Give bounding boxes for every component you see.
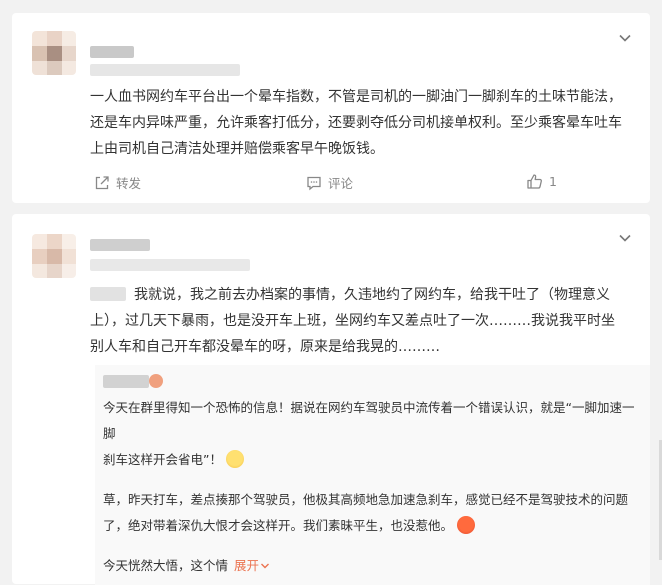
post-text-line: 别人车和自己开车都没晕车的呀，原来是给我晃的………	[90, 339, 440, 355]
reply-line: 了，绝对带着深仇大恨才会这样开。我们素昧平生，也没惹他。	[103, 513, 643, 539]
reply-line: 刹车这样开会省电”！	[103, 447, 643, 473]
repost-button[interactable]: 转发	[94, 173, 141, 192]
post-card: 一人血书网约车平台出一个晕车指数，不管是司机的一脚油门一脚刹车的土味节能法， 还…	[12, 13, 650, 203]
username-blurred[interactable]	[90, 46, 134, 58]
comment-icon	[307, 176, 321, 190]
post-text-line: 还是车内异味严重，允许乘客打低分，还要剥夺低分司机接单权利。至少乘客晕车吐车	[90, 115, 622, 131]
expand-link[interactable]: 展开	[234, 558, 270, 573]
comment-button[interactable]: 评论	[306, 173, 353, 192]
reply-section: 今天在群里得知一个恐怖的信息！据说在网约车驾驶员中流传着一个错误认识，就是“一脚…	[95, 365, 650, 585]
post-text: 我就说，我之前去办档案的事情，久违地约了网约车，给我干吐了（物理意义 上），过几…	[90, 282, 635, 360]
like-count: 1	[549, 174, 557, 189]
thumbs-up-icon	[527, 174, 542, 189]
reply-line: 今天在群里得知一个恐怖的信息！据说在网约车驾驶员中流传着一个错误认识，就是“一脚…	[103, 400, 635, 441]
repost-label: 转发	[116, 176, 142, 191]
post-text-line: 上），过几天下暴雨，也是没开车上班，坐网约车又差点吐了一次………我说我平时坐	[90, 313, 615, 329]
chevron-down-icon[interactable]	[618, 31, 632, 45]
avatar[interactable]	[32, 234, 76, 278]
avatar[interactable]	[32, 31, 76, 75]
post-text-line: 上由司机自己清洁处理并赔偿乘客早午晚饭钱。	[90, 141, 384, 157]
reply-line: 今天恍然大悟，这个情 展开	[103, 553, 643, 579]
comment-label: 评论	[328, 176, 354, 191]
angry-face-icon	[457, 516, 476, 534]
post-text-line: 一人血书网约车平台出一个晕车指数，不管是司机的一脚油门一脚刹车的土味节能法，	[90, 89, 622, 105]
post-text-line: 我就说，我之前去办档案的事情，久违地约了网约车，给我干吐了（物理意义	[134, 287, 610, 303]
post-text: 一人血书网约车平台出一个晕车指数，不管是司机的一脚油门一脚刹车的土味节能法， 还…	[90, 84, 635, 162]
post-meta-blurred	[90, 259, 250, 271]
reply-user-badge-icon	[149, 374, 163, 388]
username-blurred[interactable]	[90, 239, 150, 251]
post-card: 我就说，我之前去办档案的事情，久违地约了网约车，给我干吐了（物理意义 上），过几…	[12, 214, 650, 585]
reply-line: 草，昨天打车，差点揍那个驾驶员，他极其高频地急加速急刹车，感觉已经不是驾驶技术的…	[103, 492, 629, 507]
post-meta-blurred	[90, 64, 240, 76]
like-button[interactable]: 1	[526, 173, 557, 190]
reply-username-blurred[interactable]	[103, 375, 149, 388]
chevron-down-icon[interactable]	[618, 231, 632, 245]
crying-face-icon	[225, 450, 244, 468]
repost-icon	[95, 175, 109, 189]
reply-text: 今天在群里得知一个恐怖的信息！据说在网约车驾驶员中流传着一个错误认识，就是“一脚…	[103, 395, 643, 579]
